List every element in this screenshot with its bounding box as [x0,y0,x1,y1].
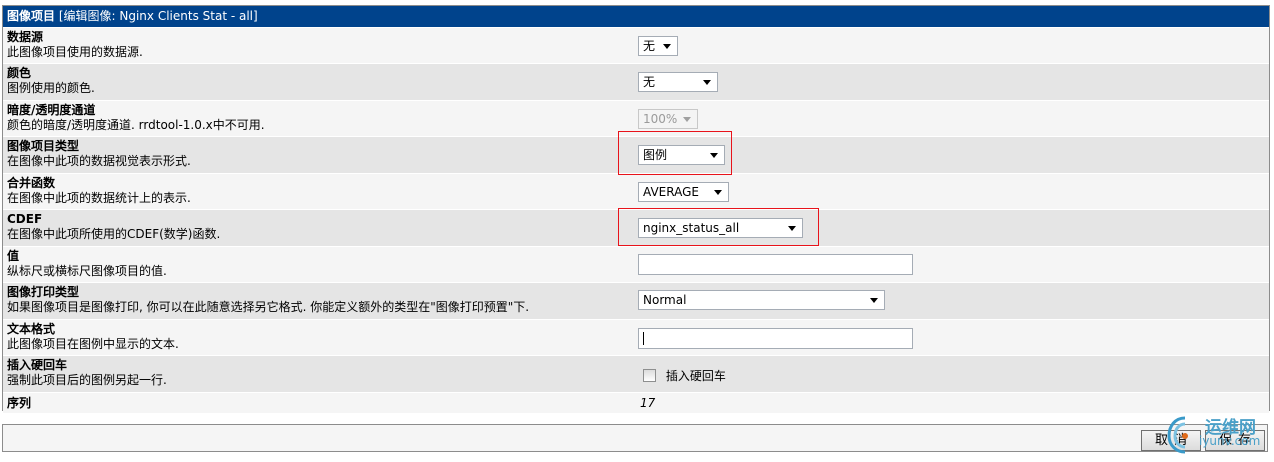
data-source-select[interactable]: 无 [638,36,678,56]
color-select[interactable]: 无 [638,72,718,92]
text-caret [643,332,644,345]
form-footer: 取消 保存 [2,424,1268,452]
consolidation-label: 合并函数 [7,176,56,190]
watermark: 运维网 iyunv.com [1165,412,1265,458]
highlight-cdef [618,208,819,246]
sequence-value: 17 [640,396,656,410]
highlight-item-type [618,131,732,175]
row-text-format: 文本格式 此图像项目在图例中显示的文本. [3,319,1269,355]
value-desc: 纵标尺或横标尺图像项目的值. [7,264,167,278]
chevron-down-icon [703,80,711,85]
row-gprint-type: 图像打印类型 如果图像项目是图像打印, 你可以在此随意选择另它格式. 你能定义额… [3,282,1269,319]
item-type-label: 图像项目类型 [7,139,80,153]
data-source-label: 数据源 [7,30,44,44]
value-input[interactable] [638,254,913,275]
cdef-desc: 在图像中此项所使用的CDEF(数学)函数. [7,227,221,241]
color-desc: 图例使用的颜色. [7,81,95,95]
hard-return-label: 插入硬回车 [7,358,68,372]
consolidation-desc: 在图像中此项的数据统计上的表示. [7,191,191,205]
gprint-type-label: 图像打印类型 [7,285,80,299]
opacity-select: 100% [638,109,698,129]
value-label: 值 [7,249,20,263]
row-sequence: 序列 17 [3,392,1269,413]
chevron-down-icon [663,44,671,49]
row-data-source: 数据源 此图像项目使用的数据源. 无 [3,27,1269,63]
chevron-down-icon [714,190,722,195]
opacity-desc: 颜色的暗度/透明度通道. rrdtool-1.0.x中不可用. [7,118,265,132]
sequence-label: 序列 [7,396,32,410]
gprint-type-desc: 如果图像项目是图像打印, 你可以在此随意选择另它格式. 你能定义额外的类型在"图… [7,300,530,314]
row-value: 值 纵标尺或横标尺图像项目的值. [3,246,1269,282]
form-title: 图像项目 [7,9,56,23]
color-label: 颜色 [7,66,32,80]
item-type-desc: 在图像中此项的数据视觉表示形式. [7,154,191,168]
cdef-label: CDEF [7,212,43,226]
hard-return-checkbox-label[interactable]: 插入硬回车 [666,369,726,383]
text-format-input[interactable] [638,328,913,349]
data-source-desc: 此图像项目使用的数据源. [7,45,143,59]
opacity-label: 暗度/透明度通道 [7,103,96,117]
form-subtitle: [编辑图像: Nginx Clients Stat - all] [58,9,258,23]
chevron-down-icon [683,117,691,122]
chevron-down-icon [870,298,878,303]
hard-return-checkbox[interactable] [643,369,656,382]
gprint-type-select[interactable]: Normal [638,290,885,310]
form-header: 图像项目 [编辑图像: Nginx Clients Stat - all] [3,6,1269,27]
row-consolidation: 合并函数 在图像中此项的数据统计上的表示. AVERAGE [3,173,1269,209]
consolidation-select[interactable]: AVERAGE [638,182,729,202]
row-hard-return: 插入硬回车 强制此项目后的图例另起一行. 插入硬回车 [3,355,1269,392]
text-format-desc: 此图像项目在图例中显示的文本. [7,337,179,351]
hard-return-desc: 强制此项目后的图例另起一行. [7,373,167,387]
watermark-url: iyunv.com [1199,434,1261,448]
text-format-label: 文本格式 [7,322,56,336]
row-color: 颜色 图例使用的颜色. 无 [3,63,1269,100]
